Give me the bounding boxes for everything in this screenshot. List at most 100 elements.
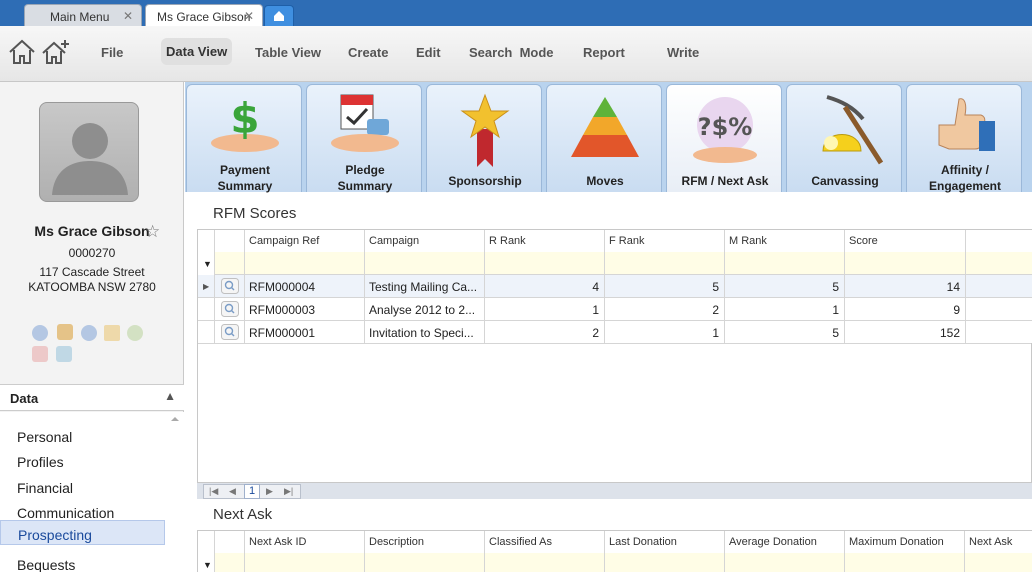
favourite-star-icon[interactable]: ☆ xyxy=(145,222,160,242)
col-f-rank[interactable]: F Rank xyxy=(605,230,725,253)
first-page-icon[interactable]: |◀ xyxy=(209,486,218,497)
filter-cell[interactable] xyxy=(605,553,725,572)
chevron-up-icon[interactable]: ▲ xyxy=(164,389,176,403)
cell-campaign-ref[interactable]: RFM000004 xyxy=(245,275,365,298)
tab-affinity-engagement[interactable]: Affinity / Engagement xyxy=(906,84,1022,193)
new-home-tab-button[interactable] xyxy=(264,5,294,26)
edit-button[interactable]: Edit xyxy=(416,45,441,60)
filter-icon[interactable]: ▼ xyxy=(198,252,215,275)
table-row[interactable]: RFM000003 Analyse 2012 to 2... 1 2 1 9 xyxy=(198,298,1032,321)
cell-r-rank[interactable]: 1 xyxy=(485,298,605,321)
col-description[interactable]: Description xyxy=(365,531,485,554)
data-section-header[interactable]: Data ▲ xyxy=(0,384,184,411)
globe-icon[interactable] xyxy=(81,325,97,341)
nav-item-personal[interactable]: Personal xyxy=(0,422,165,447)
cell-f-rank[interactable]: 5 xyxy=(605,275,725,298)
cell-campaign-ref[interactable]: RFM000001 xyxy=(245,321,365,344)
report-button[interactable]: Report xyxy=(583,45,625,60)
nav-item-financial[interactable]: Financial xyxy=(0,473,165,498)
group-icon[interactable] xyxy=(56,346,72,362)
cell-m-rank[interactable]: 5 xyxy=(725,321,845,344)
col-next-ask-id[interactable]: Next Ask ID xyxy=(245,531,365,554)
filter-cell[interactable] xyxy=(725,252,845,275)
tab-canvassing[interactable]: Canvassing xyxy=(786,84,902,192)
table-view-button[interactable]: Table View xyxy=(255,45,321,60)
view-detail-button[interactable] xyxy=(215,321,245,344)
scroll-up-icon[interactable] xyxy=(168,412,182,426)
tab-rfm-next-ask[interactable]: ?$% RFM / Next Ask xyxy=(666,84,782,192)
table-row[interactable]: RFM000001 Invitation to Speci... 2 1 5 1… xyxy=(198,321,1032,344)
data-view-button[interactable]: Data View xyxy=(161,38,233,65)
home-icon[interactable] xyxy=(7,38,37,66)
create-button[interactable]: Create xyxy=(348,45,388,60)
cell-campaign-ref[interactable]: RFM000003 xyxy=(245,298,365,321)
tab-label: Sponsorship xyxy=(448,174,522,188)
col-m-rank[interactable]: M Rank xyxy=(725,230,845,253)
col-campaign[interactable]: Campaign xyxy=(365,230,485,253)
table-row[interactable]: ▶ RFM000004 Testing Mailing Ca... 4 5 5 … xyxy=(198,275,1032,298)
write-button[interactable]: Write xyxy=(667,45,699,60)
cell-f-rank[interactable]: 2 xyxy=(605,298,725,321)
tab-pledge-summary[interactable]: Pledge Summary xyxy=(306,84,422,193)
link-icon[interactable] xyxy=(127,325,143,341)
cell-r-rank[interactable]: 4 xyxy=(485,275,605,298)
page-number[interactable]: 1 xyxy=(244,484,260,499)
tab-ms-grace-gibson[interactable]: Ms Grace Gibson ✕ xyxy=(145,4,263,26)
filter-cell[interactable] xyxy=(965,553,1032,572)
col-r-rank[interactable]: R Rank xyxy=(485,230,605,253)
filter-cell[interactable] xyxy=(485,553,605,572)
cell-campaign[interactable]: Testing Mailing Ca... xyxy=(365,275,485,298)
filter-cell[interactable] xyxy=(725,553,845,572)
close-icon[interactable]: ✕ xyxy=(123,9,133,23)
info-icon[interactable] xyxy=(32,325,48,341)
next-page-icon[interactable]: ▶ xyxy=(266,486,273,497)
col-next-ask[interactable]: Next Ask xyxy=(965,531,1032,554)
tab-moves[interactable]: Moves xyxy=(546,84,662,192)
last-page-icon[interactable]: ▶| xyxy=(284,486,293,497)
col-maximum-donation[interactable]: Maximum Donation xyxy=(845,531,965,554)
tab-payment-summary[interactable]: $ Payment Summary xyxy=(186,84,302,193)
nav-scrollbar[interactable] xyxy=(168,412,182,572)
filter-cell[interactable] xyxy=(845,252,966,275)
view-detail-button[interactable] xyxy=(215,275,245,298)
filter-cell[interactable] xyxy=(245,553,365,572)
cell-campaign[interactable]: Invitation to Speci... xyxy=(365,321,485,344)
filter-cell[interactable] xyxy=(365,553,485,572)
col-classified-as[interactable]: Classified As xyxy=(485,531,605,554)
cell-m-rank[interactable]: 5 xyxy=(725,275,845,298)
filter-cell[interactable] xyxy=(845,553,965,572)
cell-score[interactable]: 152 xyxy=(845,321,966,344)
cell-score[interactable]: 14 xyxy=(845,275,966,298)
award-icon[interactable] xyxy=(57,324,73,340)
nav-item-prospecting[interactable]: Prospecting xyxy=(0,520,165,545)
cell-score[interactable]: 9 xyxy=(845,298,966,321)
cell-campaign[interactable]: Analyse 2012 to 2... xyxy=(365,298,485,321)
col-average-donation[interactable]: Average Donation xyxy=(725,531,845,554)
tab-sponsorship[interactable]: Sponsorship xyxy=(426,84,542,192)
col-score[interactable]: Score xyxy=(845,230,966,253)
warning-icon[interactable] xyxy=(104,325,120,341)
add-home-icon[interactable] xyxy=(41,38,71,66)
avatar[interactable] xyxy=(39,102,139,202)
col-last-donation[interactable]: Last Donation xyxy=(605,531,725,554)
filter-cell[interactable] xyxy=(605,252,725,275)
filter-cell[interactable] xyxy=(365,252,485,275)
file-menu[interactable]: File xyxy=(101,45,123,60)
view-detail-button[interactable] xyxy=(215,298,245,321)
cell-m-rank[interactable]: 1 xyxy=(725,298,845,321)
nav-item-bequests[interactable]: Bequests xyxy=(0,550,165,572)
tab-main-menu[interactable]: Main Menu ✕ xyxy=(24,4,142,26)
filter-cell[interactable] xyxy=(245,252,365,275)
cell-f-rank[interactable]: 1 xyxy=(605,321,725,344)
filter-cell[interactable] xyxy=(485,252,605,275)
prev-page-icon[interactable]: ◀ xyxy=(229,486,236,497)
cell-r-rank[interactable]: 2 xyxy=(485,321,605,344)
close-icon[interactable]: ✕ xyxy=(244,9,254,23)
gift-icon[interactable] xyxy=(32,346,48,362)
filter-icon[interactable]: ▼ xyxy=(198,553,215,572)
col-campaign-ref[interactable]: Campaign Ref xyxy=(245,230,365,253)
filter-cell[interactable] xyxy=(215,553,245,572)
nav-item-profiles[interactable]: Profiles xyxy=(0,447,165,472)
search-mode-button[interactable]: Search Mode xyxy=(469,45,554,60)
filter-cell[interactable] xyxy=(215,252,245,275)
